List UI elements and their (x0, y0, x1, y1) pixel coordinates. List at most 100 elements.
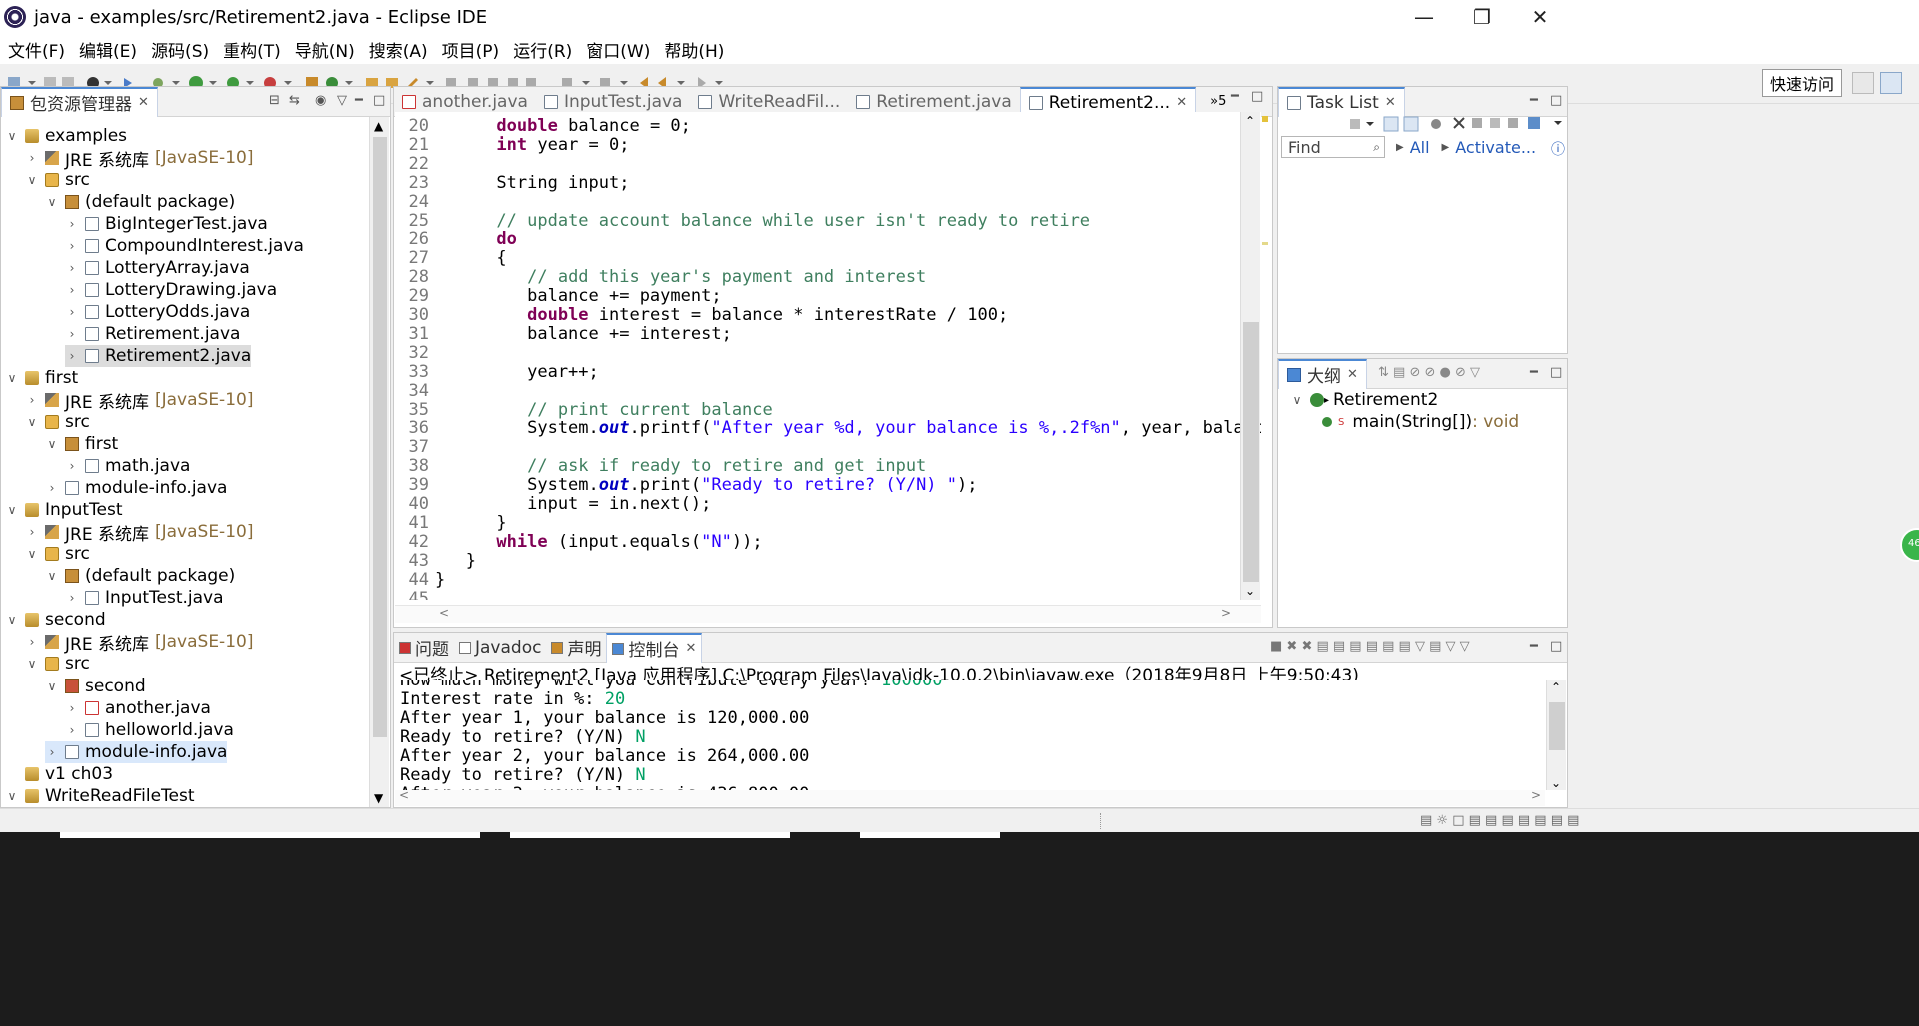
chevron-right-icon[interactable]: › (65, 701, 79, 715)
code-line[interactable]: while (input.equals("N")); (435, 532, 762, 552)
chevron-down-icon[interactable]: ∨ (5, 503, 19, 517)
console-toolbar-icons[interactable]: ■ ✖ ✖ ▤ ▤ ▤ ▤ ▤ ▤ ▽ ▤ ▽ ▽ (1270, 639, 1470, 654)
chevron-down-icon[interactable]: ∨ (45, 679, 59, 693)
task-find-input[interactable]: Find ⌕ (1281, 136, 1385, 158)
menu-item-6[interactable]: 项目(P) (434, 37, 506, 62)
code-line[interactable]: System.out.print("Ready to retire? (Y/N)… (435, 475, 977, 495)
tree-item[interactable]: › InputTest.java (65, 587, 224, 609)
code-line[interactable]: } (435, 570, 445, 590)
code-line[interactable]: balance += interest; (435, 324, 732, 344)
chevron-right-icon[interactable]: › (65, 459, 79, 473)
outline-class[interactable]: ∨ ▸ Retirement2 (1290, 389, 1439, 411)
tree-item[interactable]: › another.java (65, 697, 211, 719)
code-line[interactable]: { (435, 248, 506, 268)
chevron-right-icon[interactable]: › (65, 305, 79, 319)
tree-item[interactable]: ∨ WriteReadFileTest (5, 785, 195, 807)
code-line[interactable]: // ask if ready to retire and get input (435, 456, 926, 476)
tree-item[interactable]: › JRE 系统库 [JavaSE-10] (25, 631, 254, 655)
help-icon[interactable]: ⓘ (1551, 139, 1565, 159)
tree-item[interactable]: › BigIntegerTest.java (65, 213, 268, 235)
chevron-right-icon[interactable]: › (45, 745, 59, 759)
chevron-down-icon[interactable]: ∨ (5, 129, 19, 143)
chevron-right-icon[interactable]: › (65, 591, 79, 605)
outline-method[interactable]: S main(String[]) : void (1322, 411, 1519, 433)
close-icon[interactable]: ✕ (1347, 367, 1358, 382)
code-editor[interactable]: 20 double balance = 0; 21 int year = 0; 22… (395, 112, 1261, 600)
tree-item[interactable]: ∨ examples (5, 125, 127, 147)
minimize-icon[interactable]: ━ (1530, 365, 1538, 380)
chevron-right-icon[interactable]: › (65, 283, 79, 297)
link-editor-icon[interactable]: ⇆ (289, 93, 300, 108)
tree-item[interactable]: › JRE 系统库 [JavaSE-10] (25, 389, 254, 413)
menu-item-4[interactable]: 导航(N) (287, 37, 361, 62)
tab-outline[interactable]: 大纲 ✕ (1278, 358, 1367, 389)
chevron-down-icon[interactable]: ∨ (5, 613, 19, 627)
close-button[interactable]: ✕ (1510, 0, 1570, 34)
editor-hscrollbar[interactable]: < > (395, 605, 1261, 623)
tree-item[interactable]: › JRE 系统库 [JavaSE-10] (25, 521, 254, 545)
code-line[interactable]: // add this year's payment and interest (435, 267, 926, 287)
minimize-button[interactable]: — (1394, 0, 1454, 34)
chevron-right-icon[interactable]: › (65, 723, 79, 737)
tree-item[interactable]: ∨ InputTest (5, 499, 123, 521)
close-icon[interactable]: ✕ (1176, 95, 1187, 110)
restore-button[interactable]: ❐ (1452, 0, 1512, 34)
tree-item[interactable]: ∨ (default package) (45, 191, 236, 213)
code-line[interactable]: } (435, 513, 506, 533)
scroll-thumb[interactable] (1243, 322, 1259, 582)
scroll-thumb[interactable] (1549, 702, 1565, 750)
menu-item-0[interactable]: 文件(F) (0, 37, 71, 62)
outline-toolbar-icons[interactable]: ⇅ ▤ ⊘ ⊘ ● ⊘ ▽ (1378, 365, 1480, 380)
scroll-down-icon[interactable]: ⌄ (1551, 776, 1561, 790)
activate-link[interactable]: Activate... (1455, 138, 1536, 157)
tree-item[interactable]: › JRE 系统库 [JavaSE-10] (25, 147, 254, 171)
chevron-down-icon[interactable]: ∨ (25, 657, 39, 671)
code-line[interactable]: input = in.next(); (435, 494, 711, 514)
minimize-icon[interactable]: ━ (1231, 89, 1239, 104)
tab-package-explorer[interactable]: 包资源管理器 ✕ (1, 86, 158, 117)
chevron-down-icon[interactable]: ∨ (45, 195, 59, 209)
menu-item-5[interactable]: 搜索(A) (361, 37, 434, 62)
open-perspective-icon[interactable] (1852, 72, 1874, 94)
chevron-right-icon[interactable]: › (45, 481, 59, 495)
code-line[interactable]: } (435, 551, 476, 571)
tree-item[interactable]: › LotteryDrawing.java (65, 279, 278, 301)
tree-item[interactable]: › helloworld.java (65, 719, 234, 741)
code-line[interactable]: // print current balance (435, 400, 773, 420)
console-scrollbar[interactable]: ⌃ ⌄ (1546, 680, 1566, 790)
menu-item-1[interactable]: 编辑(E) (71, 37, 143, 62)
tree-item[interactable]: › Retirement2.java (65, 345, 252, 367)
all-link[interactable]: All (1410, 138, 1430, 157)
minimize-icon[interactable]: ━ (1530, 639, 1538, 654)
bottom-tab[interactable]: 控制台 ✕ (606, 632, 703, 663)
chevron-right-icon[interactable]: › (65, 217, 79, 231)
chevron-down-icon[interactable]: ∨ (5, 371, 19, 385)
chevron-right-icon[interactable]: › (65, 327, 79, 341)
chevron-right-icon[interactable]: › (25, 635, 39, 649)
task-list-toolbar[interactable] (1348, 115, 1588, 135)
chevron-down-icon[interactable]: ∨ (25, 415, 39, 429)
tree-scrollbar[interactable]: ▲ ▼ (369, 117, 389, 807)
focus-icon[interactable]: ◉ (315, 93, 326, 108)
maximize-icon[interactable]: □ (1550, 365, 1562, 380)
tab-overflow-button[interactable]: »5 (1210, 94, 1226, 109)
scroll-down-icon[interactable]: ▼ (374, 791, 383, 805)
scroll-thumb[interactable] (373, 137, 387, 737)
code-line[interactable]: double balance = 0; (435, 116, 690, 136)
tree-item[interactable]: ∨ src (25, 653, 90, 675)
tree-item[interactable]: › LotteryArray.java (65, 257, 250, 279)
scroll-up-icon[interactable]: ⌃ (1551, 680, 1561, 694)
tree-item[interactable]: › CompoundInterest.java (65, 235, 304, 257)
close-icon[interactable]: ✕ (685, 641, 696, 656)
tree-item[interactable]: › module-info.java (45, 477, 228, 499)
console-output[interactable]: How much money will you contribute every… (395, 680, 1545, 790)
tree-item[interactable]: ∨ second (5, 609, 106, 631)
scroll-up-icon[interactable]: ▲ (374, 119, 383, 133)
minimize-icon[interactable]: ━ (355, 93, 363, 108)
scroll-down-icon[interactable]: ⌄ (1245, 584, 1255, 598)
code-line[interactable]: System.out.printf("After year %d, your b… (435, 418, 1261, 438)
tree-item[interactable]: ∨ first (45, 433, 119, 455)
chevron-down-icon[interactable]: ∨ (45, 569, 59, 583)
maximize-icon[interactable]: □ (1550, 93, 1562, 108)
tree-item[interactable]: ∨ src (25, 543, 90, 565)
